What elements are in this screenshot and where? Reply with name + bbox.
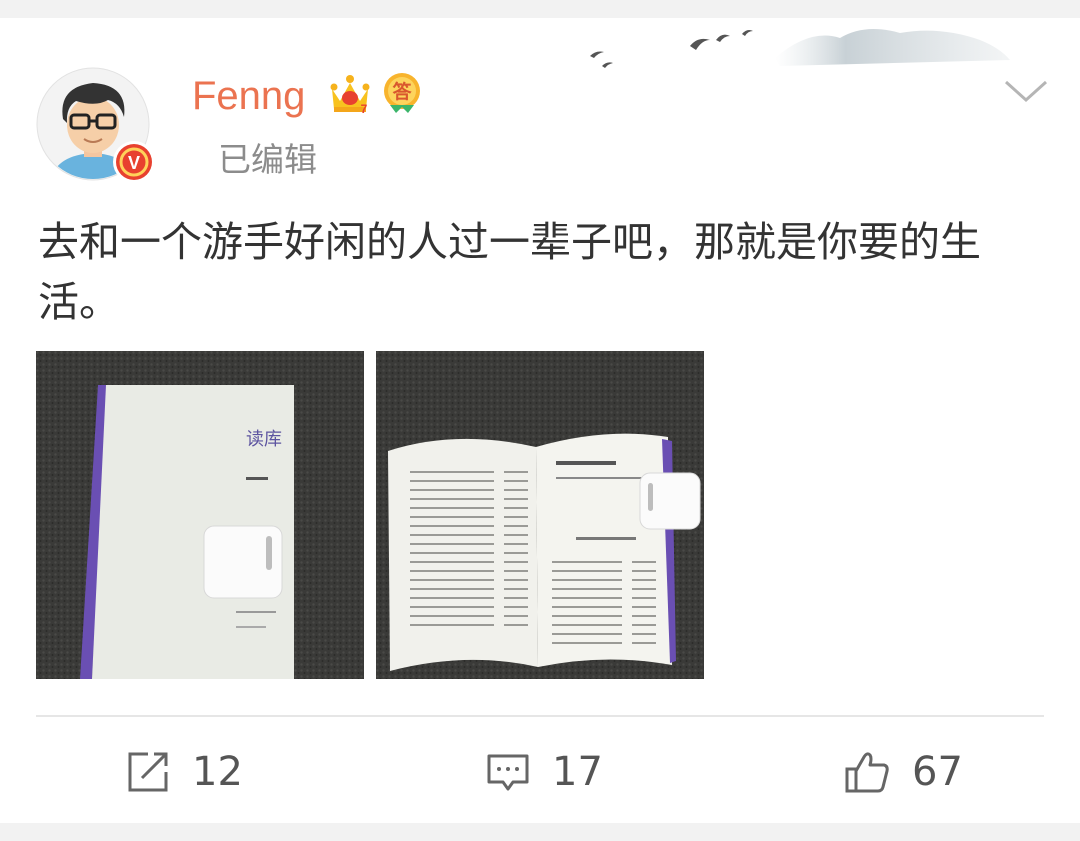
answer-badge-label: 答 <box>392 80 412 103</box>
repost-icon <box>128 752 168 792</box>
comment-count: 17 <box>552 749 603 795</box>
post-image-2[interactable] <box>376 351 704 679</box>
svg-text:7: 7 <box>361 102 368 115</box>
username[interactable]: Fenng <box>192 72 305 120</box>
book-title: 读库 <box>246 429 282 450</box>
verified-letter: V <box>128 153 140 173</box>
like-count: 67 <box>912 749 963 795</box>
crown-vip-icon[interactable]: 7 <box>328 71 372 115</box>
like-button[interactable]: 67 <box>844 742 963 802</box>
comment-icon <box>487 754 529 791</box>
action-bar-divider <box>36 715 1044 717</box>
comment-button[interactable]: 17 <box>486 742 603 802</box>
chevron-down-icon[interactable] <box>1002 76 1050 106</box>
header-decoration <box>590 29 1010 68</box>
thumbs-up-icon <box>845 752 889 793</box>
post-image-1[interactable]: 读库 <box>36 351 364 679</box>
post-text: 去和一个游手好闲的人过一辈子吧，那就是你要的生活。 <box>38 218 981 326</box>
repost-count: 12 <box>192 749 243 795</box>
photo-open-book <box>376 351 704 679</box>
repost-button[interactable]: 12 <box>126 742 243 802</box>
edited-status: 已编辑 <box>218 140 317 179</box>
verified-badge-icon: V <box>113 141 155 183</box>
photo-book-cover: 读库 <box>36 351 364 679</box>
answer-badge-icon[interactable]: 答 <box>380 71 424 115</box>
